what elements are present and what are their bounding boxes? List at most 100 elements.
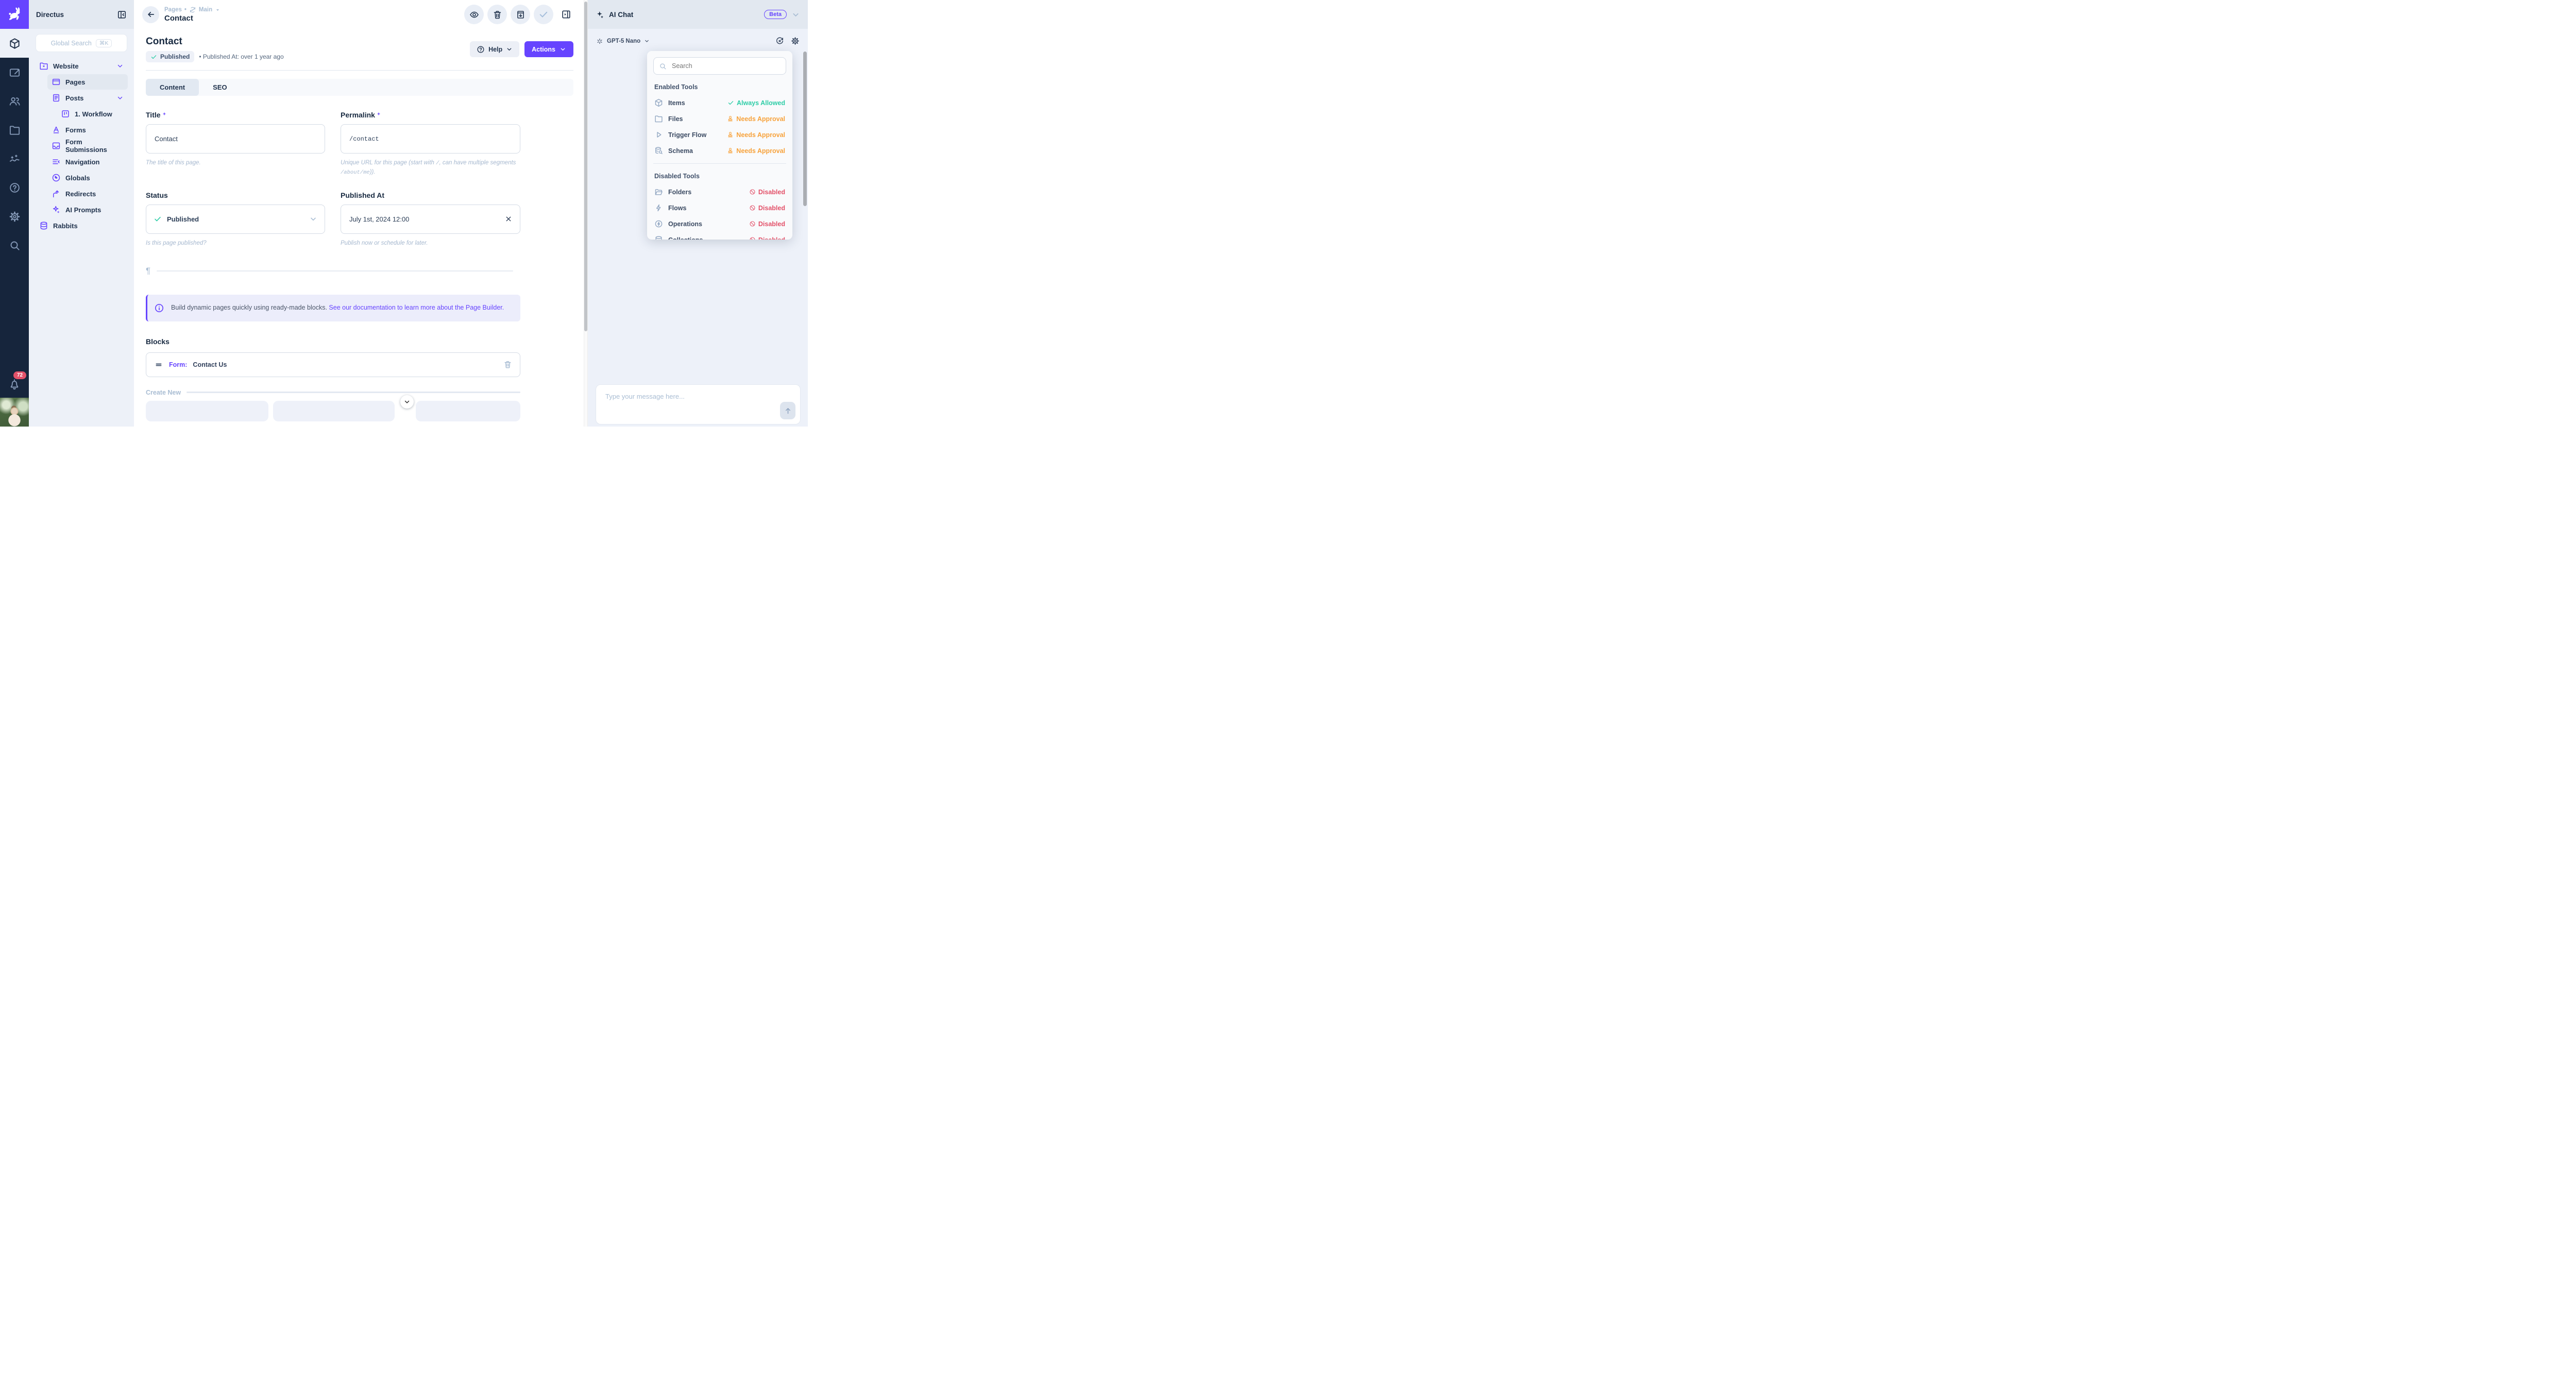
sidebar-item-globals[interactable]: Globals [47, 170, 128, 185]
users-icon [9, 95, 21, 107]
main-content: Pages • Main Contact Contact [134, 0, 584, 427]
gear-icon [9, 211, 21, 223]
tools-search-input[interactable] [671, 62, 781, 70]
collection-nav: Website Pages Posts 1. Workflow Forms [29, 52, 134, 233]
global-search-input[interactable]: Global Search ⌘K [36, 34, 127, 52]
preview-button[interactable] [464, 5, 484, 24]
back-button[interactable] [142, 6, 159, 23]
sidebar-item-website[interactable]: Website [35, 58, 128, 74]
chevron-down-icon [116, 94, 124, 101]
help-button[interactable]: Help [470, 41, 519, 57]
scroll-down-button[interactable] [400, 395, 414, 409]
sidebar-item-redirects[interactable]: Redirects [47, 186, 128, 201]
module-insights[interactable] [0, 144, 29, 173]
documentation-link[interactable]: See our documentation to learn more abou… [329, 304, 504, 311]
info-icon [154, 303, 164, 313]
required-star-icon [377, 112, 381, 116]
check-icon [727, 99, 734, 106]
chevron-down-icon [506, 46, 513, 53]
trash-icon [503, 360, 512, 369]
sidebar-item-form-submissions[interactable]: Form Submissions [47, 138, 128, 154]
tab-seo[interactable]: SEO [199, 79, 241, 96]
main-scrollbar-thumb[interactable] [584, 2, 587, 331]
enabled-tools-header: Enabled Tools [654, 83, 785, 91]
tool-row-items[interactable]: Items Always Allowed [653, 95, 786, 111]
field-published-at: Published At Publish now or schedule for… [341, 191, 520, 248]
page-title: Contact [146, 36, 470, 47]
ai-panel-collapse-button[interactable] [791, 10, 800, 19]
block-icon [749, 205, 756, 211]
block-type: Form: [169, 361, 187, 368]
sidebar-item-posts[interactable]: Posts [47, 90, 128, 106]
module-editor[interactable] [0, 58, 29, 87]
ai-settings-button[interactable] [791, 37, 800, 45]
status-select[interactable]: Published [146, 205, 325, 234]
pilcrow-icon[interactable]: ¶ [146, 266, 150, 275]
tool-row-trigger-flow[interactable]: Trigger Flow Needs Approval [653, 127, 786, 143]
title-note: The title of this page. [146, 159, 325, 168]
tool-row-collections[interactable]: Collections Disabled [653, 232, 786, 240]
delete-button[interactable] [487, 5, 507, 24]
module-users[interactable] [0, 87, 29, 115]
create-block-option[interactable] [416, 401, 520, 421]
tool-row-folders[interactable]: Folders Disabled [653, 184, 786, 200]
block-row-form[interactable]: Form: Contact Us [146, 352, 520, 377]
open-right-panel-button[interactable] [557, 5, 575, 24]
beta-badge: Beta [764, 10, 787, 19]
directus-logo[interactable] [0, 0, 29, 29]
archive-icon [516, 10, 526, 20]
drag-handle-icon[interactable] [154, 360, 163, 369]
chevron-down-icon [560, 46, 566, 53]
tool-row-schema[interactable]: Schema Needs Approval [653, 143, 786, 159]
tool-row-files[interactable]: Files Needs Approval [653, 111, 786, 127]
search-shortcut-badge: ⌘K [96, 39, 112, 47]
breadcrumb-collection[interactable]: Pages [164, 7, 182, 13]
chat-message-input[interactable] [596, 385, 800, 424]
notifications-button[interactable]: 72 [0, 371, 29, 398]
actions-button[interactable]: Actions [524, 41, 573, 57]
create-block-option[interactable] [273, 401, 395, 421]
archive-button[interactable] [511, 5, 530, 24]
dropdown-scrollbar-thumb[interactable] [803, 52, 807, 206]
tab-content[interactable]: Content [146, 79, 199, 96]
redirect-arrow-icon [52, 189, 61, 198]
sidebar-item-forms[interactable]: Forms [47, 122, 128, 138]
permalink-note: Unique URL for this page (start with /, … [341, 159, 520, 177]
ai-chat-header: AI Chat Beta [588, 0, 808, 29]
sidebar-item-pages[interactable]: Pages [47, 74, 128, 90]
caret-down-icon[interactable] [215, 7, 221, 13]
sidebar-item-rabbits[interactable]: Rabbits [35, 218, 128, 233]
published-at-input[interactable] [341, 205, 520, 234]
tool-row-flows[interactable]: Flows Disabled [653, 200, 786, 216]
globe-icon [52, 173, 61, 182]
sidebar-item-workflow[interactable]: 1. Workflow [57, 106, 128, 122]
user-avatar[interactable] [0, 398, 29, 427]
model-selector[interactable]: GPT-5 Nano [607, 38, 640, 44]
clear-date-button[interactable] [504, 215, 513, 223]
sidebar-item-navigation[interactable]: Navigation [47, 154, 128, 169]
sidebar-collapse-button[interactable] [117, 10, 127, 20]
save-button[interactable] [534, 5, 553, 24]
clear-history-button[interactable] [775, 37, 784, 45]
title-input[interactable] [154, 134, 317, 143]
insights-icon [9, 153, 21, 165]
create-block-option[interactable] [146, 401, 268, 421]
remove-block-button[interactable] [503, 360, 512, 369]
approval-stamp-icon [727, 147, 734, 154]
module-settings[interactable] [0, 202, 29, 231]
send-message-button[interactable] [780, 402, 795, 419]
module-content[interactable] [0, 29, 29, 58]
box-icon [654, 98, 663, 107]
module-search[interactable] [0, 231, 29, 260]
breadcrumb-version[interactable]: Main [199, 7, 212, 13]
permalink-input[interactable] [348, 135, 513, 143]
database-icon [654, 235, 663, 240]
letter-a-icon [52, 125, 61, 134]
module-help[interactable] [0, 173, 29, 202]
status-badge: Published [146, 51, 194, 62]
module-files[interactable] [0, 115, 29, 144]
notification-badge: 72 [13, 371, 26, 379]
tool-row-operations[interactable]: Operations Disabled [653, 216, 786, 232]
sidebar-item-ai-prompts[interactable]: AI Prompts [47, 202, 128, 217]
check-icon [150, 54, 157, 60]
